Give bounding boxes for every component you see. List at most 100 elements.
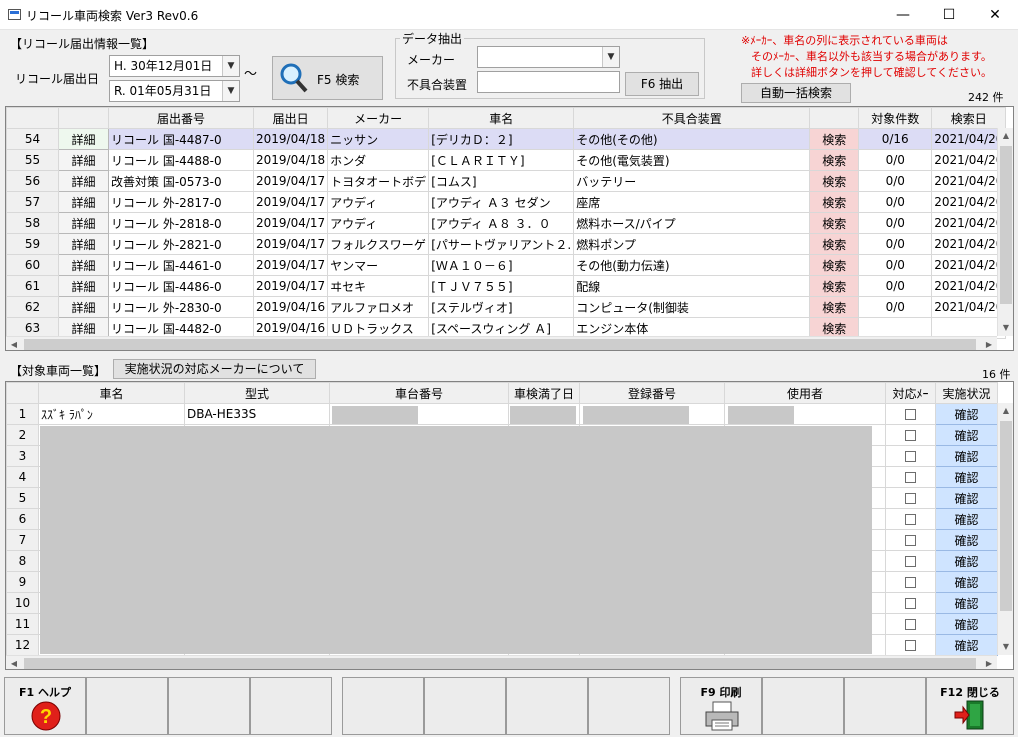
recall-search-button[interactable]: 検索 [809, 128, 860, 150]
recall-row[interactable]: 58 詳細 リコール 外-2818-0 2019/04/17 アウディ [アウディ Ａ８ … [6, 212, 1007, 234]
scroll-down-icon[interactable]: ▼ [998, 320, 1013, 336]
confirm-button[interactable]: 確認 [935, 634, 998, 656]
recall-row[interactable]: 54 詳細 リコール 国-4487-0 2019/04/18 ニッサン [デリカＤ：２] そ… [6, 128, 1007, 150]
recall-detail-button[interactable]: 詳細 [58, 191, 109, 213]
f9-print-button[interactable]: F9 印刷 [680, 677, 762, 735]
vehicle-maker-support-cell[interactable] [885, 403, 936, 425]
recall-search-button[interactable]: 検索 [809, 170, 860, 192]
scroll-left-icon[interactable]: ◀ [6, 337, 22, 350]
confirm-button[interactable]: 確認 [935, 508, 998, 530]
recall-vscrollbar[interactable]: ▲ ▼ [997, 128, 1013, 336]
recall-search-button[interactable]: 検索 [809, 149, 860, 171]
scroll-up-icon[interactable]: ▲ [998, 128, 1013, 144]
vehicle-maker-support-cell[interactable] [885, 466, 936, 488]
maker-dropdown-icon[interactable]: ▼ [602, 47, 619, 67]
recall-header-2[interactable]: 届出番号 [108, 107, 254, 129]
confirm-button[interactable]: 確認 [935, 424, 998, 446]
search-button[interactable]: F5 検索 [272, 56, 383, 100]
vehicle-header-4[interactable]: 車検満了日 [508, 382, 580, 404]
vehicle-vscrollbar[interactable]: ▲ ▼ [997, 403, 1013, 655]
maker-select[interactable]: ▼ [477, 46, 620, 68]
vehicle-scroll-left-icon[interactable]: ◀ [6, 656, 22, 669]
minimize-button[interactable]: — [880, 0, 926, 30]
maker-support-checkbox[interactable] [905, 451, 916, 462]
maker-support-checkbox[interactable] [905, 430, 916, 441]
confirm-button[interactable]: 確認 [935, 592, 998, 614]
defect-input[interactable] [477, 71, 620, 93]
confirm-button[interactable]: 確認 [935, 571, 998, 593]
vehicle-maker-support-cell[interactable] [885, 529, 936, 551]
recall-header-8[interactable]: 対象件数 [858, 107, 933, 129]
vehicle-maker-support-cell[interactable] [885, 550, 936, 572]
maker-support-checkbox[interactable] [905, 514, 916, 525]
recall-header-0[interactable] [6, 107, 59, 129]
vehicle-hscrollbar[interactable]: ◀ ▶ [6, 655, 997, 669]
vehicle-header-0[interactable] [6, 382, 39, 404]
vehicle-maker-support-cell[interactable] [885, 634, 936, 656]
recall-row[interactable]: 61 詳細 リコール 国-4486-0 2019/04/17 ヰセキ [ＴＪＶ７５５] 配線… [6, 275, 1007, 297]
recall-search-button[interactable]: 検索 [809, 191, 860, 213]
recall-detail-button[interactable]: 詳細 [58, 296, 109, 318]
recall-header-7[interactable] [809, 107, 860, 129]
confirm-button[interactable]: 確認 [935, 487, 998, 509]
recall-detail-button[interactable]: 詳細 [58, 212, 109, 234]
scroll-right-icon[interactable]: ▶ [981, 337, 997, 350]
recall-search-button[interactable]: 検索 [809, 254, 860, 276]
recall-row[interactable]: 55 詳細 リコール 国-4488-0 2019/04/18 ホンダ [ＣＬＡＲＩＴＹ] そ… [6, 149, 1007, 171]
vehicle-header-1[interactable]: 車名 [38, 382, 185, 404]
recall-header-3[interactable]: 届出日 [252, 107, 329, 129]
vehicle-header-8[interactable]: 実施状況 [935, 382, 998, 404]
vehicle-maker-support-cell[interactable] [885, 445, 936, 467]
recall-row[interactable]: 60 詳細 リコール 国-4461-0 2019/04/17 ヤンマー [ＷＡ１０－６] そ… [6, 254, 1007, 276]
vehicle-vscroll-thumb[interactable] [1000, 421, 1012, 611]
recall-search-button[interactable]: 検索 [809, 296, 860, 318]
maker-info-button[interactable]: 実施状況の対応メーカーについて [113, 359, 316, 379]
vehicle-row[interactable]: 1 ｽｽﾞｷ ﾗﾊﾟﾝ DBA-HE33S 確認 [6, 403, 998, 425]
maker-support-checkbox[interactable] [905, 409, 916, 420]
confirm-button[interactable]: 確認 [935, 550, 998, 572]
vehicle-scroll-up-icon[interactable]: ▲ [998, 403, 1013, 419]
recall-search-button[interactable]: 検索 [809, 212, 860, 234]
date-to-field[interactable]: R. 01年05月31日 ▼ [109, 80, 240, 102]
maker-support-checkbox[interactable] [905, 619, 916, 630]
recall-hscroll-thumb[interactable] [24, 339, 976, 350]
f1-help-button[interactable]: F1 ヘルプ ? [4, 677, 86, 735]
vehicle-maker-support-cell[interactable] [885, 571, 936, 593]
vehicle-header-3[interactable]: 車台番号 [329, 382, 509, 404]
recall-header-5[interactable]: 車名 [428, 107, 575, 129]
recall-row[interactable]: 57 詳細 リコール 外-2817-0 2019/04/17 アウディ [アウディ Ａ３ … [6, 191, 1007, 213]
vehicle-header-7[interactable]: 対応ﾒｰ [885, 382, 936, 404]
recall-header-6[interactable]: 不具合装置 [573, 107, 811, 129]
extract-button[interactable]: F6 抽出 [625, 72, 699, 96]
auto-search-button[interactable]: 自動一括検索 [741, 83, 851, 103]
recall-detail-button[interactable]: 詳細 [58, 275, 109, 297]
recall-row[interactable]: 56 詳細 改善対策 国-0573-0 2019/04/17 トヨタオートボデ [コムス]… [6, 170, 1007, 192]
recall-detail-button[interactable]: 詳細 [58, 170, 109, 192]
vehicle-header-5[interactable]: 登録番号 [579, 382, 725, 404]
date-to-dropdown-icon[interactable]: ▼ [222, 81, 239, 101]
vehicle-hscroll-thumb[interactable] [24, 658, 976, 669]
maker-support-checkbox[interactable] [905, 577, 916, 588]
recall-detail-button[interactable]: 詳細 [58, 128, 109, 150]
f12-close-button[interactable]: F12 閉じる [926, 677, 1014, 735]
close-window-button[interactable]: ✕ [972, 0, 1018, 30]
maximize-button[interactable]: ☐ [926, 0, 972, 30]
confirm-button[interactable]: 確認 [935, 466, 998, 488]
maker-support-checkbox[interactable] [905, 472, 916, 483]
vehicle-scroll-down-icon[interactable]: ▼ [998, 639, 1013, 655]
recall-detail-button[interactable]: 詳細 [58, 254, 109, 276]
maker-support-checkbox[interactable] [905, 556, 916, 567]
recall-hscrollbar[interactable]: ◀ ▶ [6, 336, 997, 350]
date-from-field[interactable]: H. 30年12月01日 ▼ [109, 55, 240, 77]
recall-detail-button[interactable]: 詳細 [58, 233, 109, 255]
confirm-button[interactable]: 確認 [935, 529, 998, 551]
maker-support-checkbox[interactable] [905, 535, 916, 546]
confirm-button[interactable]: 確認 [935, 445, 998, 467]
confirm-button[interactable]: 確認 [935, 403, 998, 425]
recall-search-button[interactable]: 検索 [809, 275, 860, 297]
vehicle-maker-support-cell[interactable] [885, 487, 936, 509]
recall-search-button[interactable]: 検索 [809, 233, 860, 255]
vehicle-maker-support-cell[interactable] [885, 613, 936, 635]
confirm-button[interactable]: 確認 [935, 613, 998, 635]
vehicle-scroll-right-icon[interactable]: ▶ [981, 656, 997, 669]
